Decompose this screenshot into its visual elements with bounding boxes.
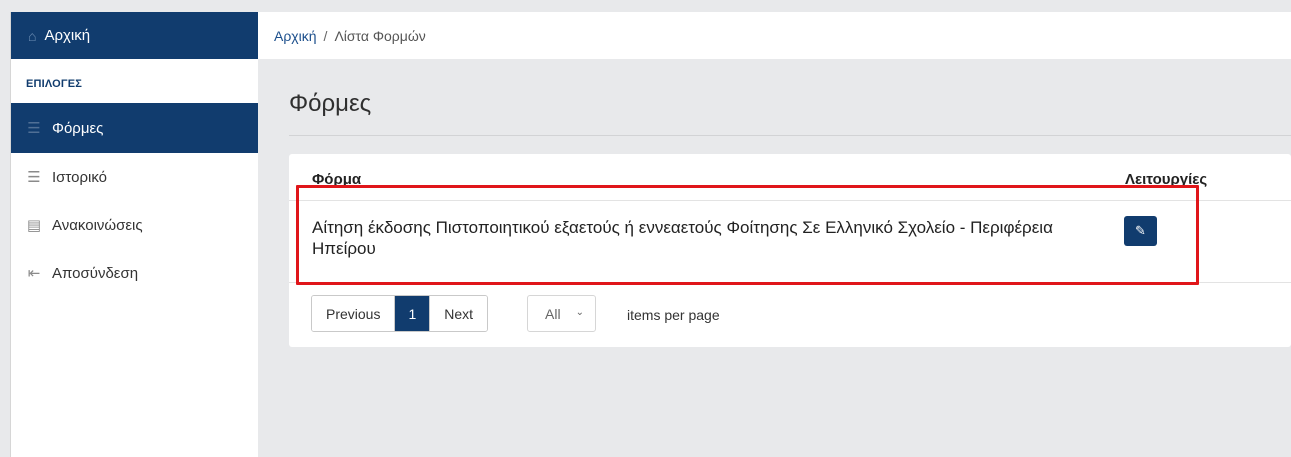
chevron-down-icon: ⌄ <box>575 307 584 318</box>
list-icon: ☰ <box>27 120 41 137</box>
current-page-button[interactable]: 1 <box>395 296 430 331</box>
logout-icon: ⇤ <box>27 265 41 282</box>
previous-page-button[interactable]: Previous <box>312 296 396 331</box>
sidebar: ⌂ Αρχική ΕΠΙΛΟΓΕΣ ☰ Φόρμες ☰ Ιστορικό ▤ … <box>10 12 258 457</box>
home-icon: ⌂ <box>28 27 37 44</box>
column-header-actions: Λειτουργίες <box>1125 171 1208 188</box>
next-page-button[interactable]: Next <box>429 296 488 331</box>
items-per-page-select[interactable]: All ⌄ <box>527 295 596 332</box>
breadcrumb-home-link[interactable]: Αρχική <box>274 28 317 44</box>
sidebar-item-logout[interactable]: ⇤ Αποσύνδεση <box>11 249 258 297</box>
sidebar-home-label: Αρχική <box>44 27 91 44</box>
divider <box>289 135 1291 136</box>
sidebar-item-label: Αποσύνδεση <box>52 264 139 282</box>
column-header-form: Φόρμα <box>312 171 362 188</box>
page-title: Φόρμες <box>289 90 372 117</box>
sidebar-item-label: Ιστορικό <box>52 168 108 186</box>
divider <box>289 200 1291 201</box>
breadcrumb: Αρχική / Λίστα Φορμών <box>258 12 1291 59</box>
sidebar-item-label: Ανακοινώσεις <box>52 216 143 234</box>
divider <box>289 282 1291 283</box>
sidebar-item-label: Φόρμες <box>52 119 104 137</box>
sidebar-item-announcements[interactable]: ▤ Ανακοινώσεις <box>11 201 258 249</box>
pencil-icon: ✎ <box>1135 223 1146 238</box>
newspaper-icon: ▤ <box>26 217 42 234</box>
sidebar-item-forms[interactable]: ☰ Φόρμες <box>11 103 258 153</box>
items-per-page-value: All <box>545 305 561 322</box>
edit-button[interactable]: ✎ <box>1124 216 1157 246</box>
sidebar-section-label: ΕΠΙΛΟΓΕΣ <box>26 78 83 90</box>
breadcrumb-current: Λίστα Φορμών <box>334 27 426 44</box>
table-row-form-name: Αίτηση έκδοσης Πιστοποιητικού εξαετούς ή… <box>312 218 1053 258</box>
pagination: Previous 1 Next <box>311 295 489 332</box>
sidebar-item-history[interactable]: ☰ Ιστορικό <box>11 153 258 201</box>
items-per-page-label: items per page <box>627 307 720 323</box>
forms-table-card: Φόρμα Λειτουργίες Αίτηση έκδοσης Πιστοπο… <box>289 154 1291 347</box>
list-icon: ☰ <box>27 169 41 186</box>
breadcrumb-separator: / <box>323 27 328 44</box>
sidebar-home[interactable]: ⌂ Αρχική <box>11 12 258 59</box>
